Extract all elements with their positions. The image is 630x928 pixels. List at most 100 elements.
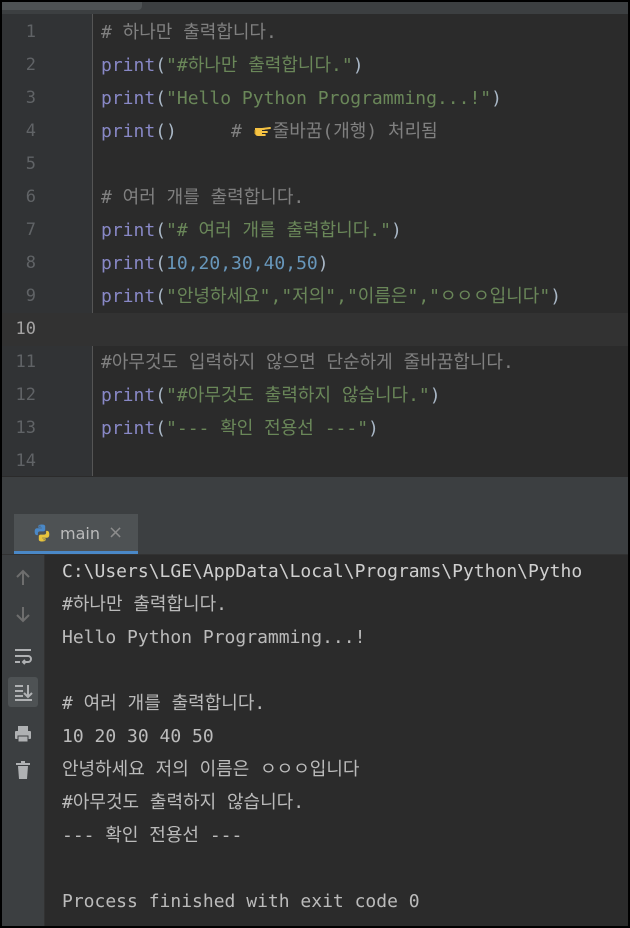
line-number: 4 <box>25 121 36 141</box>
line-number: 1 <box>25 22 36 42</box>
run-tab-main[interactable]: main × <box>14 514 138 554</box>
code-token: 줄바꿈(개행) 처리됨 <box>272 121 438 142</box>
editor-tab[interactable] <box>2 2 142 10</box>
code-line[interactable]: 8 print(10,20,30,40,50) <box>2 247 628 280</box>
code-text: # 하나만 출력합니다. <box>101 16 277 49</box>
soft-wrap-icon[interactable] <box>8 641 38 671</box>
code-token: "안녕하세요","저의","이름은","ㅇㅇㅇ입니다" <box>166 286 551 307</box>
line-number: 14 <box>15 451 36 471</box>
code-text: print(10,20,30,40,50) <box>101 247 329 280</box>
code-token: # <box>231 121 253 142</box>
code-line[interactable]: 2 print("#하나만 출력합니다.") <box>2 49 628 82</box>
code-token: print <box>101 88 156 109</box>
code-token: ) <box>390 220 402 241</box>
code-token: ( <box>155 385 167 406</box>
code-token: "#하나만 출력합니다." <box>166 55 353 76</box>
code-token: ( <box>155 418 167 439</box>
run-toolbar <box>2 555 45 926</box>
code-token: "Hello Python Programming...!" <box>166 88 492 109</box>
console-line: --- 확인 전용선 --- <box>62 825 243 846</box>
code-token: print <box>101 121 156 142</box>
code-token: ) <box>352 55 364 76</box>
code-token: ( <box>155 286 167 307</box>
code-text: print("Hello Python Programming...!") <box>101 82 502 115</box>
console-line: Hello Python Programming...! <box>62 627 366 648</box>
line-number: 7 <box>25 220 36 240</box>
trash-icon[interactable] <box>8 755 38 785</box>
code-token: print <box>101 220 156 241</box>
code-line[interactable]: 6 # 여러 개를 출력합니다. <box>2 181 628 214</box>
console-line: # 여러 개를 출력합니다. <box>62 693 266 714</box>
console-line: #아무것도 출력하지 않습니다. <box>62 792 305 813</box>
code-line[interactable]: 14 <box>2 445 628 476</box>
up-arrow-icon[interactable] <box>8 563 38 593</box>
scroll-to-end-icon[interactable] <box>8 677 38 707</box>
line-number: 3 <box>25 88 36 108</box>
code-text: print("# 여러 개를 출력합니다.") <box>101 214 402 247</box>
console-line: Process finished with exit code 0 <box>62 891 420 912</box>
code-editor[interactable]: 1 # 하나만 출력합니다. 2 print("#하나만 출력합니다.") 3 print… <box>2 2 628 476</box>
console-line: #하나만 출력합니다. <box>62 594 227 615</box>
code-token: ( <box>155 253 167 274</box>
code-line[interactable]: 4 print() # 줄바꿈(개행) 처리됨 <box>2 115 628 148</box>
run-tab-label: main <box>60 524 100 543</box>
code-token: ( <box>155 55 167 76</box>
close-icon[interactable]: × <box>108 514 123 552</box>
code-token: #아무것도 입력하지 않으면 단순하게 줄바꿈합니다. <box>101 352 514 373</box>
console-line: C:\Users\LGE\AppData\Local\Programs\Pyth… <box>62 561 583 582</box>
code-token: ) <box>491 88 502 109</box>
code-text: print("안녕하세요","저의","이름은","ㅇㅇㅇ입니다") <box>101 280 561 313</box>
down-arrow-icon[interactable] <box>8 599 38 629</box>
code-line[interactable]: 13 print("--- 확인 전용선 ---") <box>2 412 628 445</box>
code-line[interactable]: 9 print("안녕하세요","저의","이름은","ㅇㅇㅇ입니다") <box>2 280 628 313</box>
line-number: 5 <box>25 154 36 174</box>
code-token: # 하나만 출력합니다. <box>101 22 277 43</box>
code-line[interactable]: 12 print("#아무것도 출력하지 않습니다.") <box>2 379 628 412</box>
code-text: print("#아무것도 출력하지 않습니다.") <box>101 379 441 412</box>
code-line[interactable]: 11 #아무것도 입력하지 않으면 단순하게 줄바꿈합니다. <box>2 346 628 379</box>
code-token: print <box>101 418 156 439</box>
code-line[interactable]: 7 print("# 여러 개를 출력합니다.") <box>2 214 628 247</box>
panel-divider[interactable] <box>2 476 628 515</box>
code-token: ) <box>429 385 441 406</box>
code-token: ) <box>550 286 562 307</box>
code-token: ( <box>155 220 167 241</box>
code-text: print("--- 확인 전용선 ---") <box>101 412 379 445</box>
code-token: print <box>101 55 156 76</box>
line-number: 2 <box>25 55 36 75</box>
code-token: "#아무것도 출력하지 않습니다." <box>166 385 430 406</box>
code-token: print <box>101 385 156 406</box>
line-number: 6 <box>25 187 36 207</box>
editor-tab-strip <box>2 2 628 14</box>
ide-window: 1 # 하나만 출력합니다. 2 print("#하나만 출력합니다.") 3 print… <box>0 0 630 928</box>
code-line[interactable]: 1 # 하나만 출력합니다. <box>2 16 628 49</box>
console-line: 10 20 30 40 50 <box>62 726 214 747</box>
console-line: 안녕하세요 저의 이름은 ㅇㅇㅇ입니다 <box>62 759 360 780</box>
python-icon <box>32 523 52 543</box>
code-text: #아무것도 입력하지 않으면 단순하게 줄바꿈합니다. <box>101 346 514 379</box>
line-number: 12 <box>15 385 36 405</box>
code-line[interactable]: 5 <box>2 148 628 181</box>
code-token: print <box>101 253 156 274</box>
code-token: () <box>155 121 232 142</box>
code-token: 10,20,30,40,50 <box>166 253 318 274</box>
code-token: ) <box>368 418 379 439</box>
code-token: # 여러 개를 출력합니다. <box>101 187 305 208</box>
code-token: print <box>101 286 156 307</box>
line-number: 9 <box>25 286 36 306</box>
code-line[interactable]: 10 <box>2 313 628 346</box>
line-number: 10 <box>15 319 36 339</box>
code-line[interactable]: 3 print("Hello Python Programming...!") <box>2 82 628 115</box>
print-icon[interactable] <box>8 719 38 749</box>
code-token: "# 여러 개를 출력합니다." <box>166 220 391 241</box>
pointing-hand-icon <box>253 118 273 138</box>
line-number: 11 <box>15 352 36 372</box>
code-text: # 여러 개를 출력합니다. <box>101 181 304 214</box>
code-token: "--- 확인 전용선 ---" <box>166 418 369 439</box>
code-text: print("#하나만 출력합니다.") <box>101 49 364 82</box>
code-text: print() # 줄바꿈(개행) 처리됨 <box>101 115 438 148</box>
code-token: ) <box>317 253 329 274</box>
run-tab-bar: main × <box>2 514 628 555</box>
line-number: 8 <box>25 253 36 273</box>
run-console-output[interactable]: C:\Users\LGE\AppData\Local\Programs\Pyth… <box>45 555 628 926</box>
